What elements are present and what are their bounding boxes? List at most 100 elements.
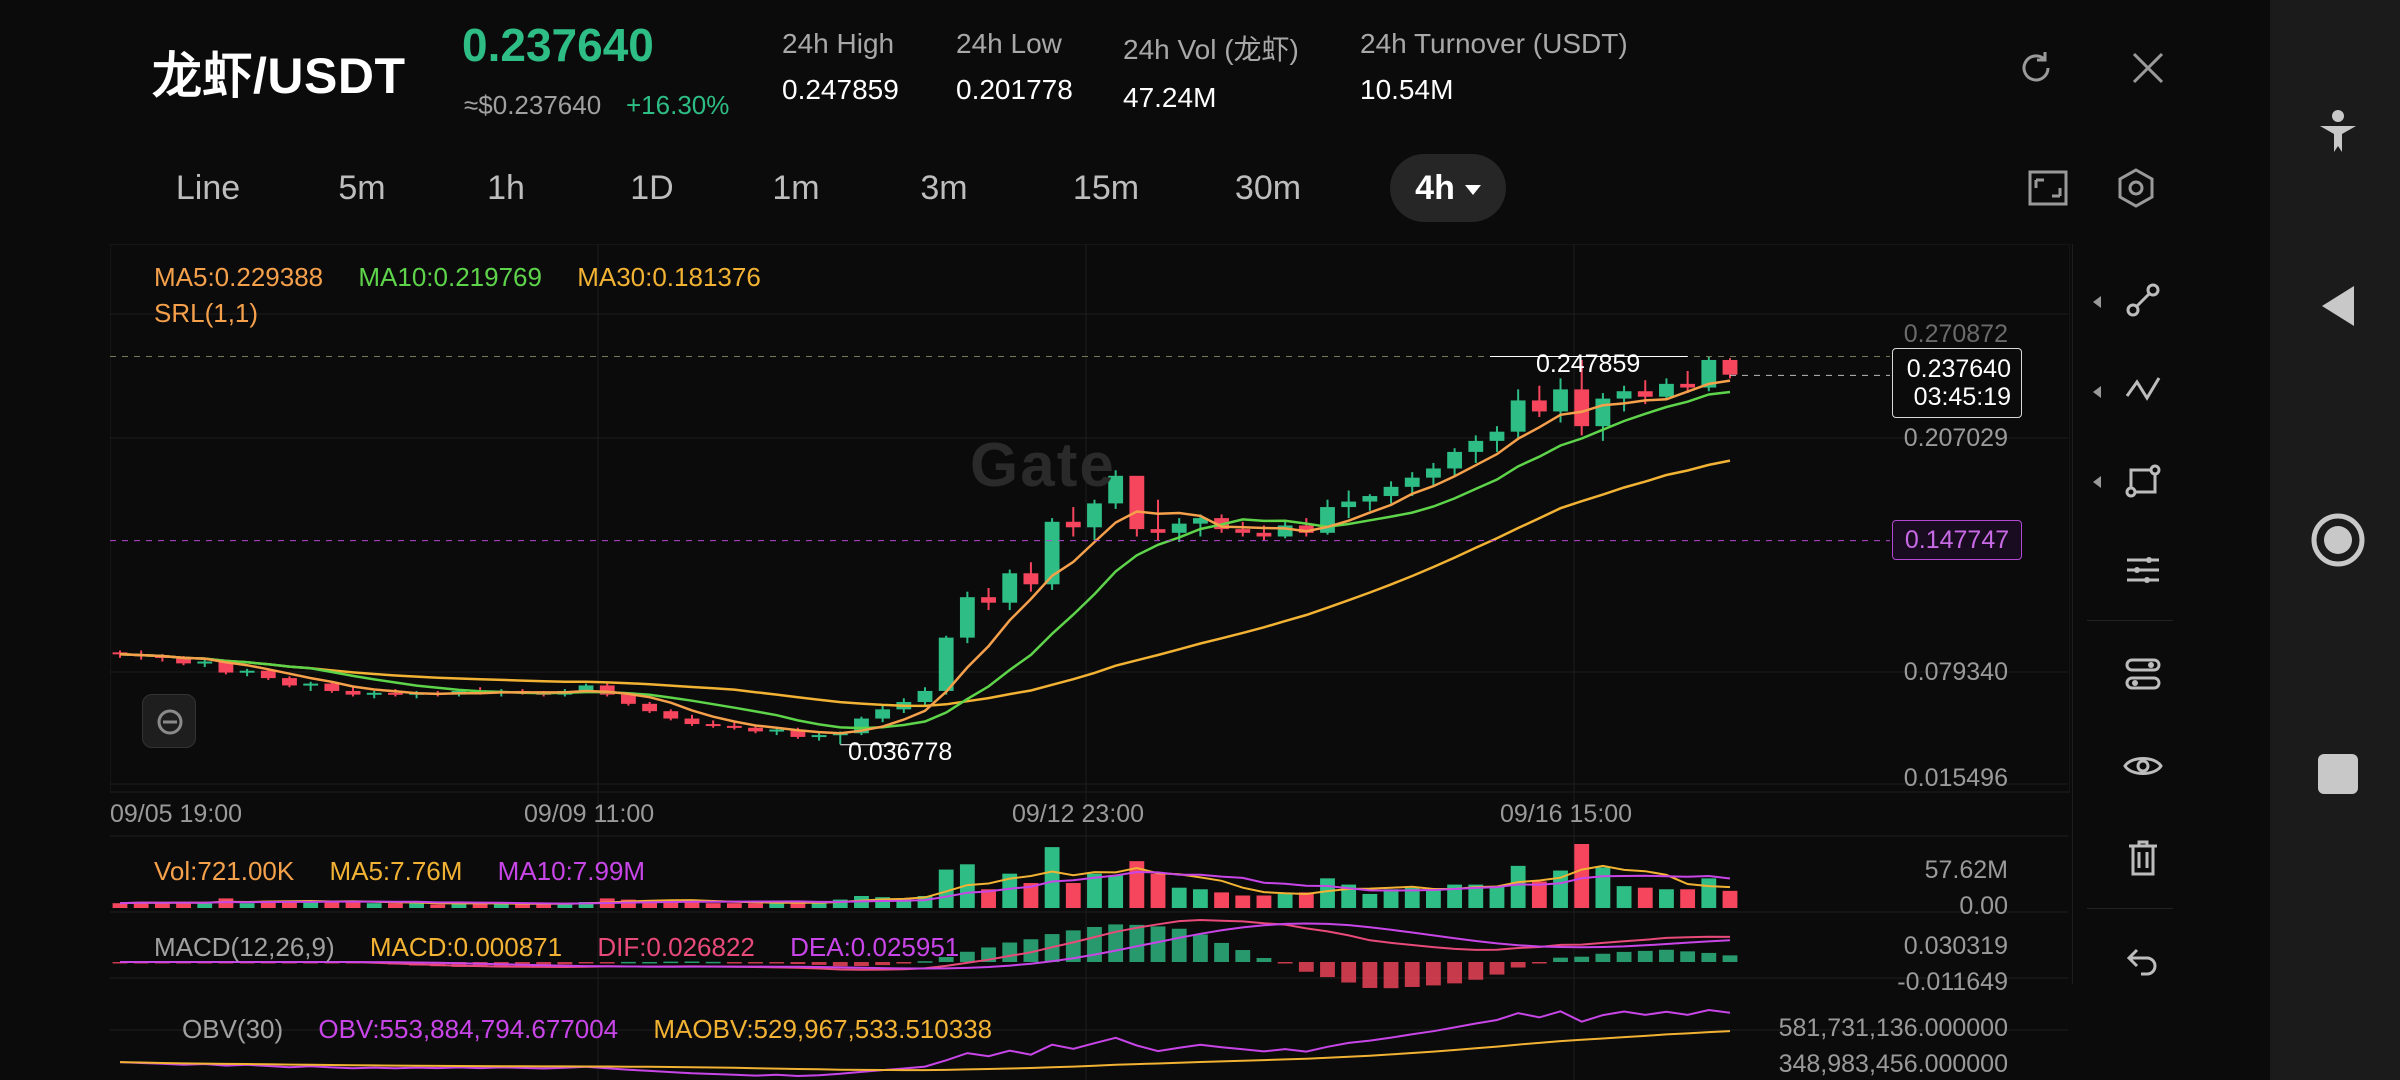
refresh-icon[interactable] xyxy=(2014,46,2058,90)
volume-bar xyxy=(1637,887,1653,908)
volume-bar xyxy=(705,903,721,908)
volume-bar xyxy=(1150,873,1166,908)
candle-body xyxy=(1235,529,1251,533)
stat-label: 24h Low xyxy=(956,28,1062,59)
main-legend: MA5:0.229388 MA10:0.219769 MA30:0.181376 xyxy=(154,262,789,293)
tab-label: 30m xyxy=(1234,169,1302,207)
back-icon[interactable] xyxy=(2310,278,2366,334)
system-navigation-bar xyxy=(2270,0,2400,1080)
recents-icon[interactable] xyxy=(2310,746,2366,802)
volume-bar xyxy=(430,904,446,908)
candle-body xyxy=(811,735,827,738)
legend-obv: OBV:553,884,794.677004 xyxy=(318,1014,619,1044)
eye-icon xyxy=(2123,757,2163,775)
volume-bar xyxy=(1256,895,1272,908)
stat-value: 10.54M xyxy=(1360,74,1454,105)
legend-obv-name: OBV(30) xyxy=(182,1014,284,1044)
volume-bar xyxy=(1489,886,1505,908)
tool-indicator-settings[interactable] xyxy=(2073,640,2187,710)
volume-bar xyxy=(1277,893,1293,908)
macd-histogram-bar xyxy=(1447,962,1463,984)
tool-visibility[interactable] xyxy=(2073,732,2187,802)
stat-label: 24h High xyxy=(782,28,895,59)
y-axis-label-partial: 0.270872 xyxy=(1903,320,2008,348)
tab-1d[interactable]: 1D xyxy=(602,154,702,222)
macd-histogram-bar xyxy=(1192,934,1208,962)
home-icon[interactable] xyxy=(2310,512,2366,568)
macd-histogram-bar xyxy=(1150,926,1166,962)
tab-5m[interactable]: 5m xyxy=(312,154,412,222)
toolbar-divider xyxy=(2087,908,2173,909)
drawing-toggle-button[interactable] xyxy=(142,694,196,748)
legend-srl: SRL(1,1) xyxy=(154,298,259,328)
volume-bar xyxy=(1383,889,1399,908)
y-axis-label: 0.079340 xyxy=(1903,658,2008,686)
tool-undo[interactable] xyxy=(2073,926,2187,996)
approx-usd-price: ≈$0.237640 xyxy=(464,90,602,120)
candle-body xyxy=(748,727,763,732)
volume-bar xyxy=(1320,878,1335,908)
candle-body xyxy=(1362,496,1378,502)
candle-body xyxy=(197,661,213,664)
tool-shape[interactable] xyxy=(2073,446,2187,516)
tab-label: 5m xyxy=(338,169,386,207)
tab-1h[interactable]: 1h xyxy=(458,154,554,222)
volume-bar xyxy=(748,903,763,908)
candle-body xyxy=(684,718,700,725)
candle-body xyxy=(1595,398,1611,427)
tab-30m[interactable]: 30m xyxy=(1212,154,1324,222)
macd-histogram-bar xyxy=(1574,956,1590,962)
pair-title[interactable]: 龙虾/USDT xyxy=(152,36,406,108)
candle-body xyxy=(663,711,679,719)
tool-adjust[interactable] xyxy=(2073,536,2187,606)
macd-histogram-bar xyxy=(1510,962,1526,968)
last-price: 0.237640 xyxy=(462,19,654,71)
candle-body xyxy=(1404,477,1420,487)
stat-24h-turnover: 24h Turnover (USDT) 10.54M xyxy=(1360,28,1628,106)
macd-histogram-bar xyxy=(1214,942,1229,962)
candle-body xyxy=(1553,389,1568,412)
settings-icon[interactable] xyxy=(2114,166,2158,210)
accessibility-icon[interactable] xyxy=(2310,106,2366,162)
macd-histogram-bar xyxy=(1341,962,1357,983)
tab-1m[interactable]: 1m xyxy=(746,154,846,222)
shape-icon xyxy=(2125,464,2161,498)
tab-15m[interactable]: 15m xyxy=(1050,154,1162,222)
volume-bar xyxy=(1044,847,1060,908)
candle-body xyxy=(1150,529,1166,533)
volume-bar xyxy=(769,903,785,908)
candle-body xyxy=(1383,486,1399,497)
fullscreen-icon[interactable] xyxy=(2026,166,2070,210)
tool-trendline[interactable] xyxy=(2073,266,2187,336)
legend-vol-ma5: MA5:7.76M xyxy=(329,856,463,886)
tab-line[interactable]: Line xyxy=(152,154,264,222)
x-axis-label: 09/12 23:00 xyxy=(1012,800,1145,828)
tool-delete[interactable] xyxy=(2073,824,2187,894)
price-tag-countdown: 03:45:19 xyxy=(1913,383,2011,411)
draw-icon xyxy=(157,709,183,735)
toolbar-divider xyxy=(2087,620,2173,621)
candle-body xyxy=(1447,451,1463,469)
candle-body xyxy=(769,729,785,732)
macd-histogram-bar xyxy=(1256,958,1272,962)
expand-caret-icon xyxy=(2093,296,2101,308)
sliders-icon xyxy=(2127,557,2159,583)
tab-4h[interactable]: 4h xyxy=(1390,154,1506,222)
price-change-percent: +16.30% xyxy=(626,90,730,120)
tool-fibonacci[interactable] xyxy=(2073,356,2187,426)
kline-chart[interactable]: Gate MA5:0.229388 MA10:0.219769 MA30:0.1… xyxy=(110,244,2070,1080)
macd-histogram-bar xyxy=(1404,962,1420,987)
close-icon[interactable] xyxy=(2126,46,2170,90)
stat-24h-low: 24h Low 0.201778 xyxy=(956,28,1073,106)
watermark-logo: Gate xyxy=(970,431,1116,500)
tab-3m[interactable]: 3m xyxy=(894,154,994,222)
tab-label: 1h xyxy=(487,169,525,207)
vol-axis-label: 57.62M xyxy=(1924,856,2008,884)
volume-bar xyxy=(1616,886,1632,908)
tab-label: 4h xyxy=(1415,169,1455,207)
x-axis-label: 09/09 11:00 xyxy=(524,800,655,828)
macd-axis-label: 0.030319 xyxy=(1903,932,2008,960)
candle-body xyxy=(1489,431,1505,441)
volume-bar xyxy=(387,903,403,908)
macd-histogram-bar xyxy=(1531,962,1547,964)
